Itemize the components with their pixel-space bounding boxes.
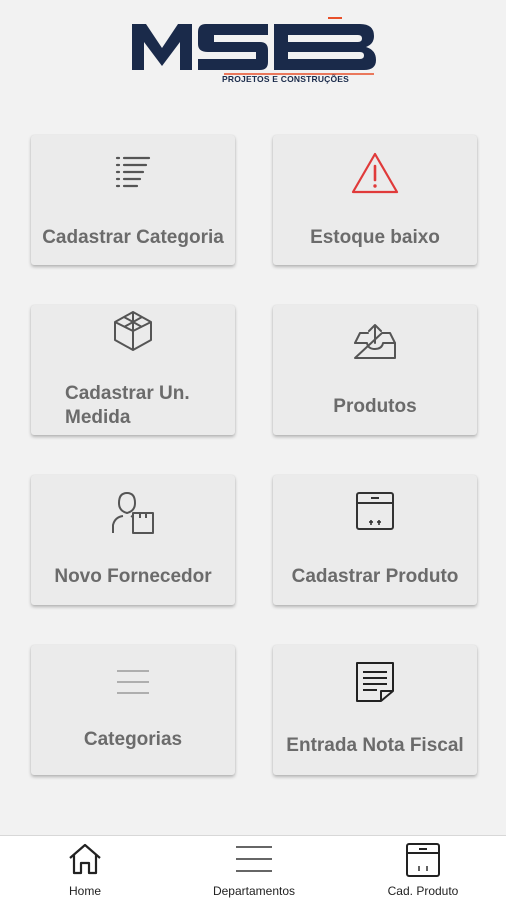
cadastrar-categoria-card[interactable]: Cadastrar Categoria [31, 135, 235, 265]
card-label: Novo Fornecedor [54, 566, 212, 587]
cube-icon [114, 311, 152, 351]
warning-icon [351, 152, 399, 194]
nav-label: Home [68, 884, 101, 898]
card-label: Produtos [333, 396, 417, 417]
nav-label: Departamentos [212, 884, 296, 898]
supplier-icon [112, 492, 154, 534]
card-label: Categorias [83, 729, 183, 750]
menu-icon [236, 846, 272, 872]
card-label: Entrada Nota Fiscal [286, 735, 464, 756]
bottom-nav: Home Departamentos Cad. Produto [0, 835, 506, 900]
box-icon [406, 843, 440, 877]
nav-label: Cad. Produto [387, 884, 459, 898]
cadastrar-un-medida-card[interactable]: Cadastrar Un. Medida [31, 305, 235, 435]
card-label: Cadastrar Categoria [42, 227, 224, 248]
estoque-baixo-card[interactable]: Estoque baixo [273, 135, 477, 265]
box-icon [356, 492, 394, 530]
nav-cad-produto[interactable]: Cad. Produto [348, 836, 498, 900]
entrada-nota-fiscal-card[interactable]: Entrada Nota Fiscal [273, 645, 477, 775]
card-label: Cadastrar Un. Medida [65, 383, 190, 428]
home-icon [69, 843, 101, 875]
nav-home[interactable]: Home [10, 836, 160, 900]
inbox-upload-icon [354, 324, 396, 359]
document-icon [356, 662, 394, 702]
cadastrar-produto-card[interactable]: Cadastrar Produto [273, 475, 477, 605]
card-label: Estoque baixo [310, 227, 440, 248]
menu-grid: Cadastrar Categoria Estoque baixo Cadast… [0, 0, 506, 835]
card-label: Cadastrar Produto [291, 566, 459, 587]
novo-fornecedor-card[interactable]: Novo Fornecedor [31, 475, 235, 605]
list-icon [115, 156, 151, 188]
categorias-card[interactable]: Categorias [31, 645, 235, 775]
nav-departamentos[interactable]: Departamentos [179, 836, 329, 900]
produtos-card[interactable]: Produtos [273, 305, 477, 435]
menu-lines-icon [117, 670, 149, 694]
